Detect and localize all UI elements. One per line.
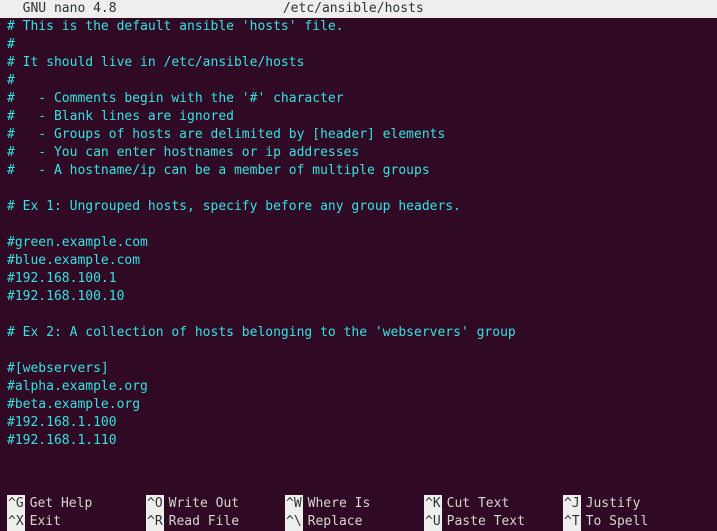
editor-line: #192.168.100.10 (7, 288, 710, 306)
shortcut-label: To Spell (586, 513, 649, 531)
editor-line (7, 216, 710, 234)
editor-line (7, 180, 710, 198)
shortcut-key: ^O (146, 495, 164, 513)
shortcut-label: Exit (30, 513, 61, 531)
shortcut-label: Read File (169, 513, 239, 531)
editor-area[interactable]: # This is the default ansible 'hosts' fi… (0, 18, 717, 495)
nano-title-bar: GNU nano 4.8 /etc/ansible/hosts (0, 0, 717, 18)
editor-line: # - Groups of hosts are delimited by [he… (7, 126, 710, 144)
editor-line: # Ex 1: Ungrouped hosts, specify before … (7, 198, 710, 216)
help-row-2: ^X Exit ^R Read File ^\ Replace ^U Paste Text ^T… (7, 513, 710, 531)
shortcut-key: ^G (7, 495, 25, 513)
editor-line: # (7, 36, 710, 54)
help-bar: ^G Get Help ^O Write Out ^W Where Is ^K Cut Tex… (0, 495, 717, 531)
shortcut-label: Where Is (308, 495, 371, 513)
shortcut-key: ^\ (285, 513, 303, 531)
shortcut-key: ^K (424, 495, 442, 513)
shortcut-label: Get Help (30, 495, 93, 513)
help2-cmd[interactable]: ^T To Spell (563, 513, 702, 531)
editor-line (7, 306, 710, 324)
shortcut-key: ^J (563, 495, 581, 513)
help1-cmd[interactable]: ^O Write Out (146, 495, 285, 513)
editor-line: # Ex 2: A collection of hosts belonging … (7, 324, 710, 342)
shortcut-key: ^X (7, 513, 25, 531)
shortcut-key: ^W (285, 495, 303, 513)
editor-line: #beta.example.org (7, 396, 710, 414)
editor-line: #blue.example.com (7, 252, 710, 270)
shortcut-label: Replace (308, 513, 363, 531)
editor-line (7, 342, 710, 360)
help2-cmd[interactable]: ^X Exit (7, 513, 146, 531)
editor-line: #192.168.100.1 (7, 270, 710, 288)
help-row-1: ^G Get Help ^O Write Out ^W Where Is ^K Cut Tex… (7, 495, 710, 513)
shortcut-key: ^U (424, 513, 442, 531)
file-path: /etc/ansible/hosts (117, 0, 590, 18)
help1-cmd[interactable]: ^G Get Help (7, 495, 146, 513)
help2-cmd[interactable]: ^R Read File (146, 513, 285, 531)
shortcut-label: Paste Text (447, 513, 525, 531)
editor-line: # - Comments begin with the '#' characte… (7, 90, 710, 108)
shortcut-label: Write Out (169, 495, 239, 513)
help2-cmd[interactable]: ^\ Replace (285, 513, 424, 531)
title-spacer (590, 0, 710, 18)
shortcut-key: ^R (146, 513, 164, 531)
editor-line: # (7, 72, 710, 90)
editor-line: # - You can enter hostnames or ip addres… (7, 144, 710, 162)
shortcut-label: Cut Text (447, 495, 510, 513)
help1-cmd[interactable]: ^J Justify (563, 495, 702, 513)
editor-line: #green.example.com (7, 234, 710, 252)
editor-line: # - Blank lines are ignored (7, 108, 710, 126)
editor-line: #alpha.example.org (7, 378, 710, 396)
editor-line: # - A hostname/ip can be a member of mul… (7, 162, 710, 180)
help1-cmd[interactable]: ^K Cut Text (424, 495, 563, 513)
editor-line: #192.168.1.110 (7, 432, 710, 450)
editor-line: # This is the default ansible 'hosts' fi… (7, 18, 710, 36)
app-name: GNU nano 4.8 (7, 0, 117, 18)
help2-cmd[interactable]: ^U Paste Text (424, 513, 563, 531)
shortcut-label: Justify (586, 495, 641, 513)
editor-line: #192.168.1.100 (7, 414, 710, 432)
help1-cmd[interactable]: ^W Where Is (285, 495, 424, 513)
editor-line: # It should live in /etc/ansible/hosts (7, 54, 710, 72)
shortcut-key: ^T (563, 513, 581, 531)
editor-line: #[webservers] (7, 360, 710, 378)
